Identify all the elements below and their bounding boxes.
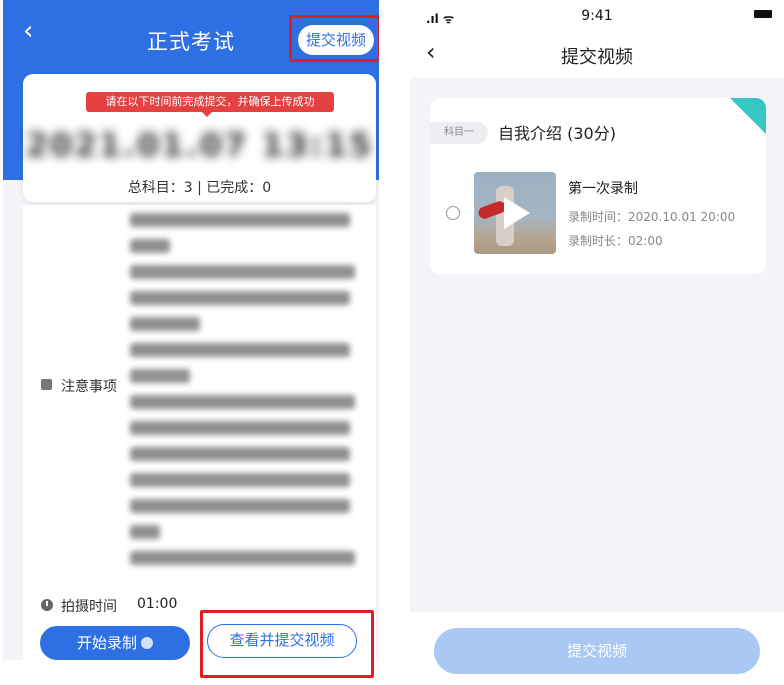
deadline-tip: 请在以下时间前完成提交，并确保上传成功: [86, 92, 334, 112]
deadline-value: 2021.01.07 13:15: [25, 126, 374, 164]
status-time: 9:41: [581, 8, 613, 24]
battery-icon: [754, 10, 772, 18]
start-recording-button[interactable]: 开始录制: [40, 626, 190, 660]
recording-title: 第一次录制: [568, 181, 638, 197]
recording-duration: 录制时长：02:00: [568, 234, 663, 248]
page: ‹ 正式考试 提交视频 请在以下时间前完成提交，并确保上传成功 2021.01.…: [0, 0, 784, 685]
select-radio[interactable]: [446, 206, 460, 220]
subject-title: 自我介绍 (30分): [498, 124, 616, 143]
view-and-submit-button[interactable]: 查看并提交视频: [207, 624, 357, 658]
submit-video-button[interactable]: 提交视频: [434, 628, 760, 674]
start-recording-label: 开始录制: [76, 634, 137, 652]
record-icon: [141, 637, 153, 649]
corner-badge: [730, 98, 766, 134]
shoot-time-value: 01:00: [137, 596, 178, 612]
subject-tag: 科目一: [430, 122, 488, 144]
play-icon[interactable]: [504, 197, 530, 229]
tip-arrow: [201, 111, 213, 117]
status-bar: .ıl ᯤ 9:41: [410, 0, 784, 28]
shoot-time-label: 拍摄时间: [61, 599, 117, 615]
notice-icon: [41, 379, 52, 390]
exam-screen: ‹ 正式考试 提交视频 请在以下时间前完成提交，并确保上传成功 2021.01.…: [3, 0, 379, 660]
notes-section: 注意事项: [23, 205, 376, 590]
notes-content-blurred: [130, 213, 366, 577]
bottom-bar: 提交视频: [410, 612, 784, 685]
page-title: 提交视频: [561, 47, 633, 68]
submit-video-screen: .ıl ᯤ 9:41 ‹ 提交视频 科目一 自我介绍 (30分) 第一次录制 录…: [410, 0, 784, 685]
recording-time: 录制时间：2020.10.01 20:00: [568, 210, 736, 224]
nav-bar: ‹ 提交视频: [410, 28, 784, 78]
notes-label: 注意事项: [61, 379, 117, 395]
submit-video-top-button[interactable]: 提交视频: [298, 25, 374, 55]
progress-summary: 总科目：3 | 已完成：0: [127, 180, 272, 196]
deadline-card: 请在以下时间前完成提交，并确保上传成功 2021.01.07 13:15 总科目…: [23, 74, 376, 202]
clock-icon: [41, 599, 53, 611]
video-thumbnail[interactable]: [474, 172, 556, 254]
subject-card: 科目一 自我介绍 (30分) 第一次录制 录制时间：2020.10.01 20:…: [430, 98, 766, 274]
